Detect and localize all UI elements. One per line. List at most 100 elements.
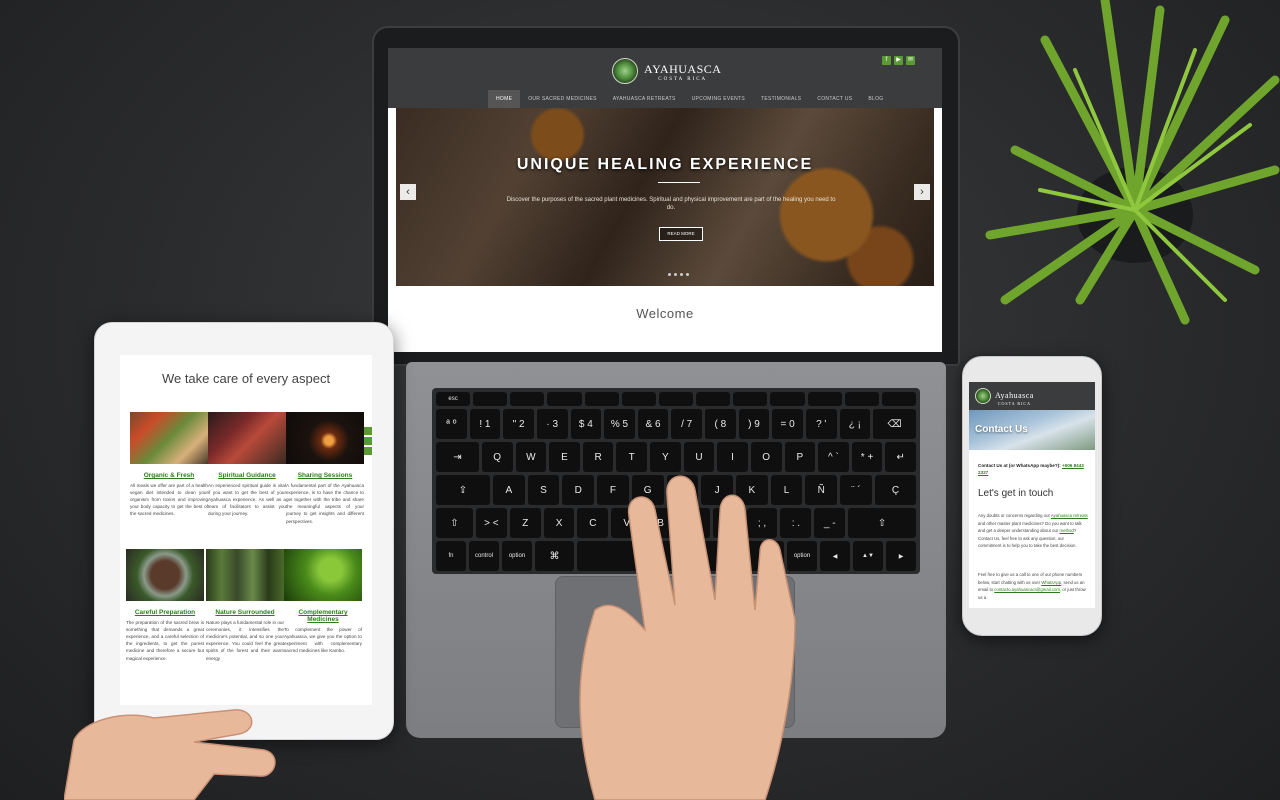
key[interactable]: E: [549, 442, 580, 472]
youtube-icon[interactable]: [364, 437, 372, 445]
nav-home[interactable]: HOME: [488, 90, 521, 108]
logo-title: Ayahuasca: [995, 391, 1034, 400]
facebook-icon[interactable]: f: [882, 56, 891, 65]
key[interactable]: % 5: [604, 409, 635, 439]
key[interactable]: [658, 392, 694, 406]
paragraph-text: Any doubts or concerns regarding our: [978, 513, 1050, 518]
key[interactable]: Y: [650, 442, 681, 472]
social-links: f ▶ ✉: [882, 56, 915, 65]
key[interactable]: $ 4: [570, 409, 602, 439]
nav-contact[interactable]: CONTACT US: [809, 90, 860, 108]
key[interactable]: ? ': [805, 409, 837, 439]
site-logo[interactable]: AYAHUASCA COSTA RICA: [612, 56, 732, 86]
tablet-social-links: [364, 427, 372, 455]
feature-image: [126, 549, 204, 601]
arrow-right-key[interactable]: ▶: [886, 541, 916, 571]
key[interactable]: U: [683, 442, 715, 472]
key[interactable]: esc: [436, 392, 471, 406]
shift-key[interactable]: ⇧: [436, 508, 473, 538]
feature-title[interactable]: Careful Preparation: [126, 609, 204, 616]
key[interactable]: S: [527, 475, 560, 505]
logo-emblem-icon: [612, 58, 638, 84]
key[interactable]: ¨ ´: [840, 475, 872, 505]
key[interactable]: * +: [851, 442, 883, 472]
key[interactable]: [733, 392, 768, 406]
phone-logo[interactable]: Ayahuasca COSTA RICA: [975, 386, 1034, 406]
logo-title: AYAHUASCA: [644, 61, 722, 76]
key[interactable]: ¿ ¡: [839, 409, 871, 439]
read-more-button[interactable]: READ MORE: [659, 227, 703, 241]
nav-retreats[interactable]: AYAHUASCA RETREATS: [605, 90, 684, 108]
email-icon[interactable]: ✉: [906, 56, 915, 65]
key[interactable]: P: [784, 442, 816, 472]
feature-title[interactable]: Spiritual Guidance: [208, 472, 286, 479]
feature-image: [208, 412, 286, 464]
nav-sacred-medicines[interactable]: OUR SACRED MEDICINES: [520, 90, 605, 108]
key[interactable]: = 0: [772, 409, 803, 439]
key[interactable]: _ -: [814, 508, 846, 538]
feature-title[interactable]: Nature Surrounded: [206, 609, 284, 616]
key[interactable]: [510, 392, 545, 406]
key[interactable]: [547, 392, 582, 406]
tab-key[interactable]: ⇥: [436, 442, 479, 472]
arrow-up-down-key[interactable]: ▲▼: [853, 541, 883, 571]
key[interactable]: [807, 392, 842, 406]
key[interactable]: O: [750, 442, 782, 472]
key[interactable]: Q: [481, 442, 513, 472]
key[interactable]: ) 9: [738, 409, 770, 439]
key[interactable]: · 3: [536, 409, 568, 439]
shift-key[interactable]: ⇧: [848, 508, 916, 538]
key[interactable]: [621, 392, 656, 406]
key[interactable]: Ç: [874, 475, 917, 505]
key[interactable]: T: [616, 442, 647, 472]
key[interactable]: ª º: [436, 409, 467, 439]
feature-title[interactable]: Complementary Medicines: [284, 609, 362, 623]
email-link[interactable]: contacto.ayahuascacr@gmail.com: [994, 587, 1060, 592]
key[interactable]: [584, 392, 619, 406]
key[interactable]: ( 8: [705, 409, 736, 439]
option-key[interactable]: option: [502, 541, 532, 571]
retreats-link[interactable]: Ayahuasca retreats: [1051, 513, 1088, 518]
key[interactable]: [881, 392, 917, 406]
key[interactable]: I: [717, 442, 748, 472]
feature-title[interactable]: Organic & Fresh: [130, 472, 208, 479]
facebook-icon[interactable]: [364, 427, 372, 435]
arrow-left-key[interactable]: ◀: [820, 541, 850, 571]
key[interactable]: > <: [476, 508, 507, 538]
fn-key[interactable]: fn: [436, 541, 466, 571]
nav-testimonials[interactable]: TESTIMONIALS: [753, 90, 809, 108]
whatsapp-link[interactable]: WhatsApp: [1041, 580, 1061, 585]
key[interactable]: & 6: [637, 409, 669, 439]
feature-image: [284, 549, 362, 601]
key[interactable]: R: [582, 442, 614, 472]
key[interactable]: A: [492, 475, 525, 505]
nav-events[interactable]: UPCOMING EVENTS: [684, 90, 753, 108]
key[interactable]: Ñ: [805, 475, 838, 505]
feature-image: [286, 412, 364, 464]
key[interactable]: [696, 392, 731, 406]
feature-card: Organic & Fresh All meals we offer are p…: [130, 412, 208, 518]
slider-dots[interactable]: [668, 273, 689, 276]
control-key[interactable]: control: [469, 541, 499, 571]
key[interactable]: " 2: [503, 409, 534, 439]
backspace-key[interactable]: ⌫: [873, 409, 916, 439]
slider-next-icon[interactable]: ›: [914, 184, 930, 200]
nav-blog[interactable]: BLOG: [860, 90, 891, 108]
key[interactable]: Z: [509, 508, 541, 538]
key[interactable]: ! 1: [469, 409, 501, 439]
site-header: AYAHUASCA COSTA RICA f ▶ ✉ HOME OUR SACR…: [388, 48, 942, 108]
feature-title[interactable]: Sharing Sessions: [286, 472, 364, 479]
key[interactable]: [844, 392, 879, 406]
email-icon[interactable]: [364, 447, 372, 455]
key[interactable]: [770, 392, 805, 406]
youtube-icon[interactable]: ▶: [894, 56, 903, 65]
method-link[interactable]: method: [1059, 528, 1073, 533]
key[interactable]: ^ `: [818, 442, 849, 472]
return-key[interactable]: ↵: [885, 442, 916, 472]
key[interactable]: [473, 392, 508, 406]
hero-slider: UNIQUE HEALING EXPERIENCE Discover the p…: [396, 108, 934, 286]
key[interactable]: W: [515, 442, 547, 472]
key[interactable]: / 7: [671, 409, 702, 439]
slider-prev-icon[interactable]: ‹: [400, 184, 416, 200]
caps-lock-key[interactable]: ⇪: [436, 475, 490, 505]
